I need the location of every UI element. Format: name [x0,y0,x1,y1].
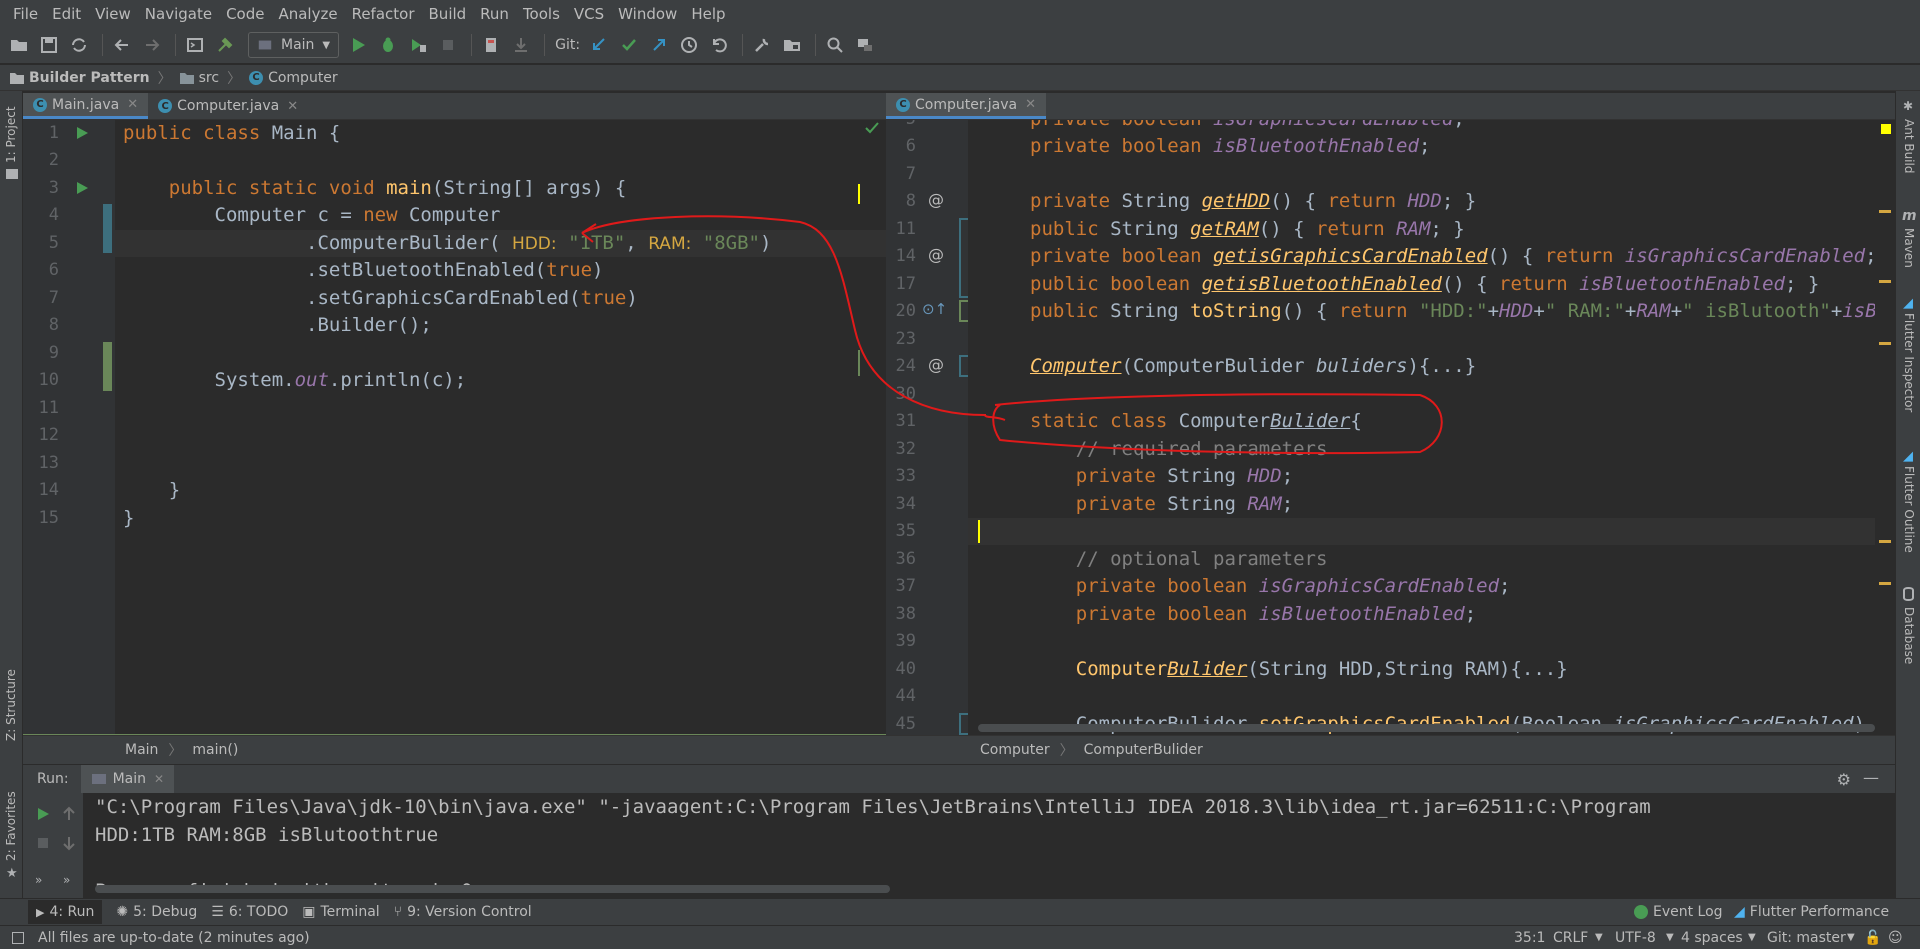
run-tab-main[interactable]: Main ✕ [80,765,175,793]
run-label: Run: [37,771,69,787]
breadcrumb-method[interactable]: main() [192,742,238,758]
console-line: "C:\Program Files\Java\jdk-10\bin\java.e… [95,796,1651,818]
console-output[interactable]: "C:\Program Files\Java\jdk-10\bin\java.e… [95,793,1895,891]
lock-icon[interactable]: 🔓 [1864,930,1881,946]
breadcrumb-class[interactable]: Main [125,742,158,758]
caret-position[interactable]: 35:1 [1514,930,1545,946]
tool-label: 9: Version Control [407,904,532,920]
breadcrumb-inner-class[interactable]: ComputerBulider [1084,742,1203,758]
version-control-tool-button[interactable]: ⑂ 9: Version Control [394,904,532,920]
event-log-icon [1634,905,1648,919]
rerun-icon[interactable] [35,806,51,822]
tool-label: 4: Run [49,904,95,920]
run-toolbar: » » [23,793,83,898]
status-bar: All files are up-to-date (2 minutes ago)… [0,925,1920,949]
indent-setting[interactable]: 4 spaces [1681,930,1743,946]
toggle-tool-windows-icon[interactable] [12,931,24,944]
tool-label: 6: TODO [228,904,289,920]
left-code-breadcrumb: Main 〉 main() [23,735,886,764]
branch-icon: ⑂ [393,904,403,920]
todo-tool-button[interactable]: ☰ 6: TODO [211,904,288,920]
minimize-icon[interactable]: — [1863,768,1879,787]
breadcrumb-class[interactable]: Computer [980,742,1050,758]
arrow-up-icon[interactable] [61,806,77,822]
event-log-button[interactable]: Event Log [1634,904,1723,920]
console-line: HDD:1TB RAM:8GB isBlutoothtrue [95,824,439,846]
git-branch[interactable]: Git: master [1767,930,1846,946]
chevron-down-icon: ▼ [1666,932,1674,943]
file-encoding[interactable]: UTF-8 [1615,930,1656,946]
run-config-icon [91,774,106,784]
console-scrollbar[interactable] [95,885,890,893]
flutter-performance-button[interactable]: ◢ Flutter Performance [1734,904,1889,920]
chevron-right-icon: 〉 [1059,743,1074,759]
more-icon[interactable]: » [35,873,42,887]
inspector-face-icon[interactable]: ☺ [1888,930,1903,946]
run-tab-label: Main [112,771,146,787]
terminal-icon: ▣ [302,904,316,920]
todo-list-icon: ☰ [211,904,224,920]
more-icon[interactable]: » [63,873,70,887]
right-code-breadcrumb: Computer 〉 ComputerBulider [886,735,1895,764]
run-icon: ▶ [36,905,45,919]
debug-tool-button[interactable]: ✺ 5: Debug [116,904,197,920]
run-panel-header: Run: Main ✕ ⚙ — [23,765,1895,793]
terminal-tool-button[interactable]: ▣ Terminal [302,904,379,920]
gear-icon[interactable]: ⚙ [1837,770,1851,789]
chevron-right-icon: 〉 [168,743,183,759]
tool-label: Flutter Performance [1749,904,1890,920]
tool-label: Terminal [320,904,380,920]
chevron-down-icon: ▼ [1595,932,1603,943]
debug-bug-icon: ✺ [116,904,129,920]
line-separator[interactable]: CRLF [1553,930,1588,946]
run-tool-button[interactable]: ▶ 4: Run [28,900,103,924]
flutter-icon: ◢ [1734,904,1745,920]
chevron-down-icon: ▼ [1748,932,1756,943]
editor-divider [23,734,886,735]
tool-label: 5: Debug [133,904,198,920]
bottom-tool-bar: ▶ 4: Run ✺ 5: Debug ☰ 6: TODO ▣ Terminal… [0,898,1920,925]
status-message: All files are up-to-date (2 minutes ago) [38,929,310,946]
stop-icon[interactable] [35,835,51,851]
chevron-down-icon: ▼ [1847,932,1855,943]
close-icon[interactable]: ✕ [154,772,164,786]
tool-label: Event Log [1653,904,1723,920]
run-panel: » » "C:\Program Files\Java\jdk-10\bin\ja… [23,793,1895,898]
arrow-down-icon[interactable] [61,835,77,851]
